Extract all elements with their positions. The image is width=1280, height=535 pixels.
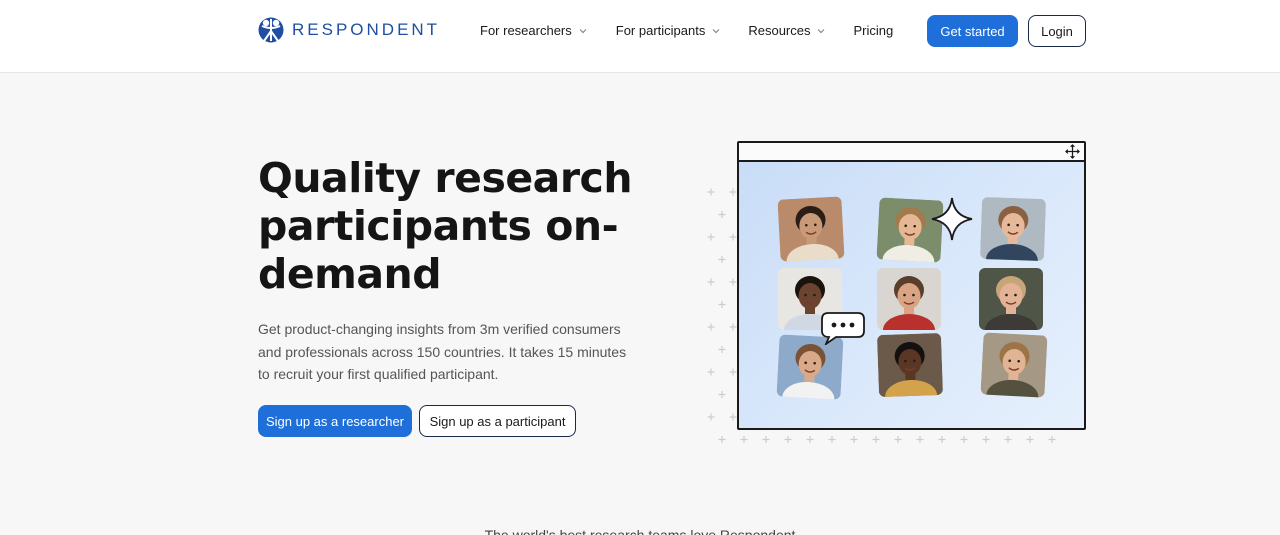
nav-item-for-researchers[interactable]: For researchers [480,23,588,38]
chat-bubble-icon [821,312,865,345]
participant-avatar [979,196,1047,262]
site-header: RESPONDENT For researchers For participa… [0,0,1280,73]
hero-title: Quality research participants on-demand [258,154,633,298]
chevron-down-icon [579,28,587,33]
nav-item-resources[interactable]: Resources [748,23,826,38]
participant-video-tile [876,332,944,398]
sparkle-icon [931,197,973,241]
participant-avatar [980,332,1048,398]
hero-subtitle: Get product-changing insights from 3m ve… [258,321,627,382]
respondent-logo-icon [258,17,284,43]
participant-video-tile [979,196,1047,262]
participant-avatar [877,268,941,330]
sign-up-participant-button[interactable]: Sign up as a participant [419,405,576,437]
login-button[interactable]: Login [1028,15,1086,47]
participant-avatar [979,268,1043,330]
participant-avatar [876,332,944,398]
nav-item-for-participants[interactable]: For participants [616,23,722,38]
brand-name: RESPONDENT [292,20,441,39]
chevron-down-icon [818,28,825,33]
logo[interactable]: RESPONDENT [258,17,440,43]
chevron-down-icon [712,28,720,33]
nav-label: Resources [748,23,811,38]
window-title-bar [739,143,1084,162]
trusted-by-heading: The world's best research teams love Res… [484,527,796,535]
get-started-button[interactable]: Get started [927,15,1018,47]
nav-label: For researchers [480,23,572,38]
nav-label: Pricing [853,23,894,38]
participant-video-tile [979,268,1043,330]
participant-video-tile [877,268,941,330]
sign-up-researcher-button[interactable]: Sign up as a researcher [258,405,412,437]
participant-avatar [777,196,845,262]
participant-video-tile [777,196,845,262]
nav-item-pricing[interactable]: Pricing [853,23,893,38]
main-nav: For researchers For participants Resourc… [480,23,893,38]
participant-video-tile [980,332,1048,398]
nav-label: For participants [615,23,706,38]
move-icon[interactable] [1065,144,1080,159]
